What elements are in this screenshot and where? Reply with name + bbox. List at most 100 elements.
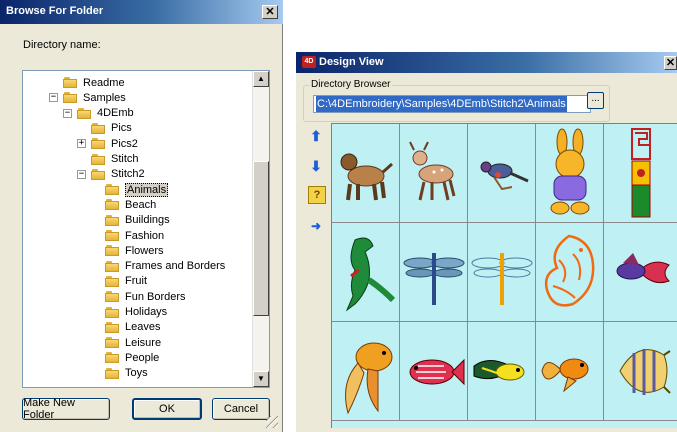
- tree-item[interactable]: Pics: [77, 121, 132, 136]
- scroll-thumb[interactable]: [253, 161, 269, 316]
- expand-toggle-icon[interactable]: −: [49, 93, 58, 103]
- folder-icon: [91, 153, 105, 165]
- make-new-folder-button[interactable]: Make New Folder: [22, 397, 110, 421]
- tree-item[interactable]: Beach: [91, 197, 156, 212]
- path-value: C:\4DEmbroidery\Samples\4DEmb\Stitch2\An…: [316, 96, 567, 112]
- tree-item[interactable]: Flowers: [91, 243, 164, 258]
- tree-item[interactable]: Readme: [49, 75, 125, 90]
- close-icon: ✕: [265, 6, 275, 18]
- tree-item[interactable]: − Samples: [49, 90, 126, 105]
- cancel-label: Cancel: [223, 403, 259, 415]
- tree-item[interactable]: Fun Borders: [91, 289, 186, 304]
- title-bar[interactable]: 4D Design View ✕: [296, 52, 677, 73]
- tree-item-label: Toys: [125, 367, 148, 380]
- folder-icon: [105, 337, 119, 349]
- expand-toggle-icon[interactable]: −: [63, 108, 72, 118]
- folder-icon: [105, 214, 119, 226]
- folder-icon: [105, 184, 119, 196]
- tree-item[interactable]: Animals: [91, 182, 169, 197]
- thumbnail-dragonfly[interactable]: [400, 223, 468, 322]
- directory-path-input[interactable]: C:\4DEmbroidery\Samples\4DEmb\Stitch2\An…: [313, 95, 591, 113]
- thumbnail-dog[interactable]: [332, 124, 400, 223]
- browse-for-folder-dialog: Browse For Folder ✕ Directory name: Read…: [0, 0, 283, 432]
- open-design-icon: ➜: [310, 219, 322, 233]
- ok-button[interactable]: OK: [132, 398, 202, 420]
- scroll-up-button[interactable]: ▲: [253, 71, 269, 87]
- tree-item[interactable]: + Pics2: [77, 136, 138, 151]
- side-toolbar: ⬆ ⬇ ? ➜: [304, 123, 330, 423]
- expand-toggle-icon[interactable]: +: [77, 139, 86, 149]
- design-view-window: 4D Design View ✕ Directory Browser C:\4D…: [296, 52, 677, 432]
- folder-icon: [63, 92, 77, 104]
- up-arrow-icon: ⬆: [310, 127, 322, 144]
- dog-design-image: [340, 153, 393, 201]
- tree-item-label: People: [125, 351, 160, 364]
- tree-item[interactable]: Holidays: [91, 305, 167, 320]
- tree-item[interactable]: Fruit: [91, 274, 147, 289]
- thumbnail-fawn[interactable]: [400, 124, 468, 223]
- close-button[interactable]: ✕: [262, 5, 278, 19]
- tree-item[interactable]: Leaves: [91, 320, 160, 335]
- tree-item-label: Samples: [83, 91, 126, 104]
- folder-icon: [105, 306, 119, 318]
- thumbnail-chick-outline[interactable]: [536, 223, 604, 322]
- cancel-button[interactable]: Cancel: [212, 398, 270, 420]
- browse-button[interactable]: ...: [587, 92, 604, 109]
- thumbnail-bird[interactable]: [468, 124, 536, 223]
- directory-name-label: Directory name:: [23, 39, 101, 51]
- thumbnail-goldfish-small[interactable]: [536, 322, 604, 421]
- thumbnail-red-fish[interactable]: [400, 322, 468, 421]
- thumbnail-totem[interactable]: [604, 124, 677, 223]
- directory-browser-group: Directory Browser C:\4DEmbroidery\Sample…: [303, 79, 610, 122]
- tree-item[interactable]: Buildings: [91, 213, 170, 228]
- tree-item[interactable]: − Stitch2: [77, 167, 145, 182]
- folder-icon: [105, 230, 119, 241]
- thumbnail-betta-fish[interactable]: [604, 223, 677, 322]
- expand-toggle-icon[interactable]: −: [77, 169, 86, 179]
- make-new-folder-label: Make New Folder: [23, 397, 75, 421]
- tree-item[interactable]: People: [91, 350, 159, 365]
- tree-item-label: Leaves: [125, 321, 161, 334]
- down-arrow-icon: ⬇: [310, 157, 322, 174]
- app-icon: 4D: [302, 56, 316, 68]
- tree-item[interactable]: Toys: [91, 366, 148, 381]
- scroll-down-button[interactable]: ▼: [253, 371, 269, 387]
- tree-item-label: Flowers: [125, 244, 164, 257]
- help-button[interactable]: ?: [308, 186, 326, 204]
- tree-item-label: Stitch: [111, 153, 139, 165]
- tree-item[interactable]: Fashion: [91, 228, 164, 243]
- tree-item-label: Buildings: [125, 214, 170, 227]
- open-design-button[interactable]: ➜: [306, 216, 326, 236]
- title-bar[interactable]: Browse For Folder ✕: [0, 0, 283, 24]
- thumbnail-bunny[interactable]: [536, 124, 604, 223]
- folder-icon: [105, 291, 119, 303]
- tree-item[interactable]: Stitch: [77, 152, 139, 167]
- folder-icon: [105, 321, 119, 333]
- tree-item[interactable]: Frames and Borders: [91, 259, 225, 274]
- tree-item-label: Stitch2: [111, 168, 145, 181]
- tree-item[interactable]: Leisure: [91, 335, 161, 350]
- tree-item[interactable]: − 4DEmb: [63, 106, 134, 121]
- help-icon: ?: [313, 189, 321, 201]
- tree-item-label: Frames and Borders: [125, 260, 226, 273]
- ok-label: OK: [159, 403, 175, 415]
- thumbnail-dragonfly-outline[interactable]: [468, 223, 536, 322]
- resize-grip[interactable]: [266, 416, 278, 428]
- folder-icon: [105, 367, 119, 379]
- tree-item-label: Readme: [83, 76, 125, 89]
- close-icon: ✕: [665, 57, 676, 69]
- folder-icon: [105, 260, 119, 272]
- thumbnail-fancy-fish[interactable]: [468, 322, 536, 421]
- tree-item-label: Fashion: [125, 229, 165, 242]
- down-arrow-button[interactable]: ⬇: [306, 156, 326, 176]
- folder-tree[interactable]: Readme − Samples − 4DEmb Pics + Pics2 Stitch − Sti…: [22, 70, 270, 388]
- up-arrow-button[interactable]: ⬆: [306, 126, 326, 146]
- vertical-scrollbar[interactable]: ▲ ▼: [252, 71, 269, 387]
- folder-icon: [105, 275, 119, 287]
- tree-item-label: Fruit: [125, 275, 147, 288]
- tree-item-label: Pics2: [111, 137, 138, 150]
- thumbnail-dinosaur[interactable]: [332, 223, 400, 322]
- thumbnail-angelfish[interactable]: [604, 322, 677, 421]
- close-button[interactable]: ✕: [664, 56, 677, 70]
- thumbnail-goldfish[interactable]: [332, 322, 400, 421]
